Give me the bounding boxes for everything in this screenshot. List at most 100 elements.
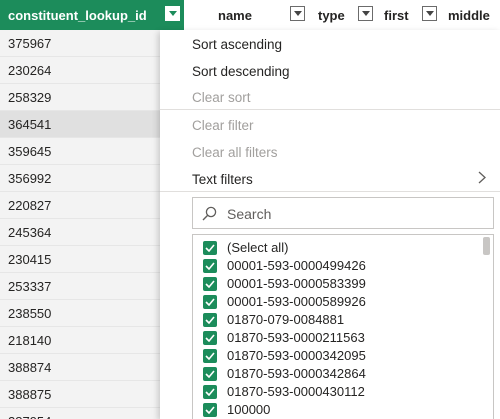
table-row[interactable]: 253337 xyxy=(0,273,160,300)
sort-descending-item[interactable]: Sort descending xyxy=(192,64,290,79)
sort-ascending-item[interactable]: Sort ascending xyxy=(192,37,282,52)
filter-value-label: (Select all) xyxy=(227,240,289,255)
table-row[interactable]: 245364 xyxy=(0,219,160,246)
filter-value-item[interactable]: 100000 xyxy=(203,401,483,419)
column-header-middle[interactable]: middle xyxy=(440,0,500,30)
clear-filter-item: Clear filter xyxy=(192,118,254,133)
checkbox-checked[interactable] xyxy=(203,241,217,255)
text-filters-item[interactable]: Text filters xyxy=(192,172,253,187)
cell-constituent-lookup-id: 220827 xyxy=(8,198,52,213)
checkbox-checked[interactable] xyxy=(203,385,217,399)
table-row[interactable]: 218140 xyxy=(0,327,160,354)
column-header-constituent-lookup-id[interactable]: constituent_lookup_id xyxy=(0,0,184,30)
cell-constituent-lookup-id: 258329 xyxy=(8,90,52,105)
table-row[interactable]: 375967 xyxy=(0,30,160,57)
checkmark-icon xyxy=(205,406,215,414)
filter-value-label: 01870-593-0000211563 xyxy=(227,330,365,345)
table-row[interactable]: 364541 xyxy=(0,111,160,138)
table-row[interactable]: 230264 xyxy=(0,57,160,84)
checkbox-checked[interactable] xyxy=(203,367,217,381)
cell-constituent-lookup-id: 230415 xyxy=(8,252,52,267)
filter-value-item[interactable]: 01870-079-0084881 xyxy=(203,311,483,329)
checkbox-checked[interactable] xyxy=(203,259,217,273)
checkmark-icon xyxy=(205,352,215,360)
data-grid: 375967 230264 258329 364541 359645 35699… xyxy=(0,30,160,419)
cell-constituent-lookup-id: 364541 xyxy=(8,117,52,132)
column-header-type[interactable]: type xyxy=(312,0,376,30)
filter-value-item[interactable]: 01870-593-0000430112 xyxy=(203,383,483,401)
column-header-first[interactable]: first xyxy=(376,0,440,30)
checkbox-checked[interactable] xyxy=(203,313,217,327)
filter-value-label: 01870-593-0000342864 xyxy=(227,366,366,381)
cell-constituent-lookup-id: 287954 xyxy=(8,414,51,419)
chevron-right-icon xyxy=(478,171,486,184)
cell-constituent-lookup-id: 218140 xyxy=(8,333,52,348)
clear-sort-item: Clear sort xyxy=(192,90,251,105)
search-placeholder: Search xyxy=(227,206,272,222)
filter-value-item[interactable]: 01870-593-0000211563 xyxy=(203,329,483,347)
table-row[interactable]: 220827 xyxy=(0,192,160,219)
column-header-label: middle xyxy=(448,8,490,23)
table-row[interactable]: 356992 xyxy=(0,165,160,192)
cell-constituent-lookup-id: 388875 xyxy=(8,387,52,402)
checkmark-icon xyxy=(205,334,215,342)
filter-value-item[interactable]: 00001-593-0000583399 xyxy=(203,275,483,293)
column-header-label: type xyxy=(318,8,345,23)
cell-constituent-lookup-id: 253337 xyxy=(8,279,52,294)
filter-value-label: 01870-593-0000430112 xyxy=(227,384,365,399)
table-row[interactable]: 388875 xyxy=(0,381,160,408)
column-filter-dropdown-button[interactable] xyxy=(358,6,373,21)
checkbox-checked[interactable] xyxy=(203,331,217,345)
chevron-down-icon xyxy=(169,11,177,16)
column-filter-dropdown-button[interactable] xyxy=(165,6,180,21)
checkmark-icon xyxy=(205,298,215,306)
column-filter-dropdown-button[interactable] xyxy=(422,6,437,21)
filter-value-label: 00001-593-0000589926 xyxy=(227,294,366,309)
table-row[interactable]: 230415 xyxy=(0,246,160,273)
column-header-label: name xyxy=(218,8,252,23)
search-input[interactable]: Search xyxy=(192,197,494,229)
checkbox-checked[interactable] xyxy=(203,403,217,417)
checkbox-checked[interactable] xyxy=(203,277,217,291)
checkmark-icon xyxy=(205,262,215,270)
cell-constituent-lookup-id: 356992 xyxy=(8,171,52,186)
checkbox-checked[interactable] xyxy=(203,295,217,309)
checkmark-icon xyxy=(205,370,215,378)
table-header: constituent_lookup_id name type first mi… xyxy=(0,0,500,30)
table-row[interactable]: 388874 xyxy=(0,354,160,381)
checkmark-icon xyxy=(205,388,215,396)
checkmark-icon xyxy=(205,280,215,288)
cell-constituent-lookup-id: 245364 xyxy=(8,225,52,240)
checkbox-checked[interactable] xyxy=(203,349,217,363)
table-row[interactable]: 359645 xyxy=(0,138,160,165)
search-icon xyxy=(202,206,217,221)
filter-value-item[interactable]: (Select all) xyxy=(203,239,483,257)
checkmark-icon xyxy=(205,244,215,252)
column-header-label: constituent_lookup_id xyxy=(8,8,147,23)
chevron-down-icon xyxy=(294,11,302,16)
column-filter-menu: Sort ascending Sort descending Clear sor… xyxy=(160,30,500,419)
filter-value-item[interactable]: 01870-593-0000342864 xyxy=(203,365,483,383)
filter-value-item[interactable]: 00001-593-0000499426 xyxy=(203,257,483,275)
column-header-name[interactable]: name xyxy=(184,0,312,30)
clear-all-filters-item: Clear all filters xyxy=(192,145,278,160)
table-row[interactable]: 287954 xyxy=(0,408,160,419)
filter-value-label: 100000 xyxy=(227,402,271,417)
filter-values-list: (Select all) 00001-593-0000499426 00001-… xyxy=(192,234,494,419)
cell-constituent-lookup-id: 375967 xyxy=(8,36,52,51)
chevron-down-icon xyxy=(362,11,370,16)
table-row[interactable]: 258329 xyxy=(0,84,160,111)
cell-constituent-lookup-id: 388874 xyxy=(8,360,52,375)
filter-value-label: 00001-593-0000583399 xyxy=(227,276,366,291)
cell-constituent-lookup-id: 238550 xyxy=(8,306,52,321)
table-row[interactable]: 238550 xyxy=(0,300,160,327)
checkmark-icon xyxy=(205,316,215,324)
cell-constituent-lookup-id: 359645 xyxy=(8,144,52,159)
filter-value-label: 01870-593-0000342095 xyxy=(227,348,366,363)
cell-constituent-lookup-id: 230264 xyxy=(8,63,52,78)
filter-value-item[interactable]: 01870-593-0000342095 xyxy=(203,347,483,365)
column-filter-dropdown-button[interactable] xyxy=(290,6,305,21)
chevron-down-icon xyxy=(426,11,434,16)
filter-value-item[interactable]: 00001-593-0000589926 xyxy=(203,293,483,311)
scrollbar-thumb[interactable] xyxy=(483,237,490,255)
